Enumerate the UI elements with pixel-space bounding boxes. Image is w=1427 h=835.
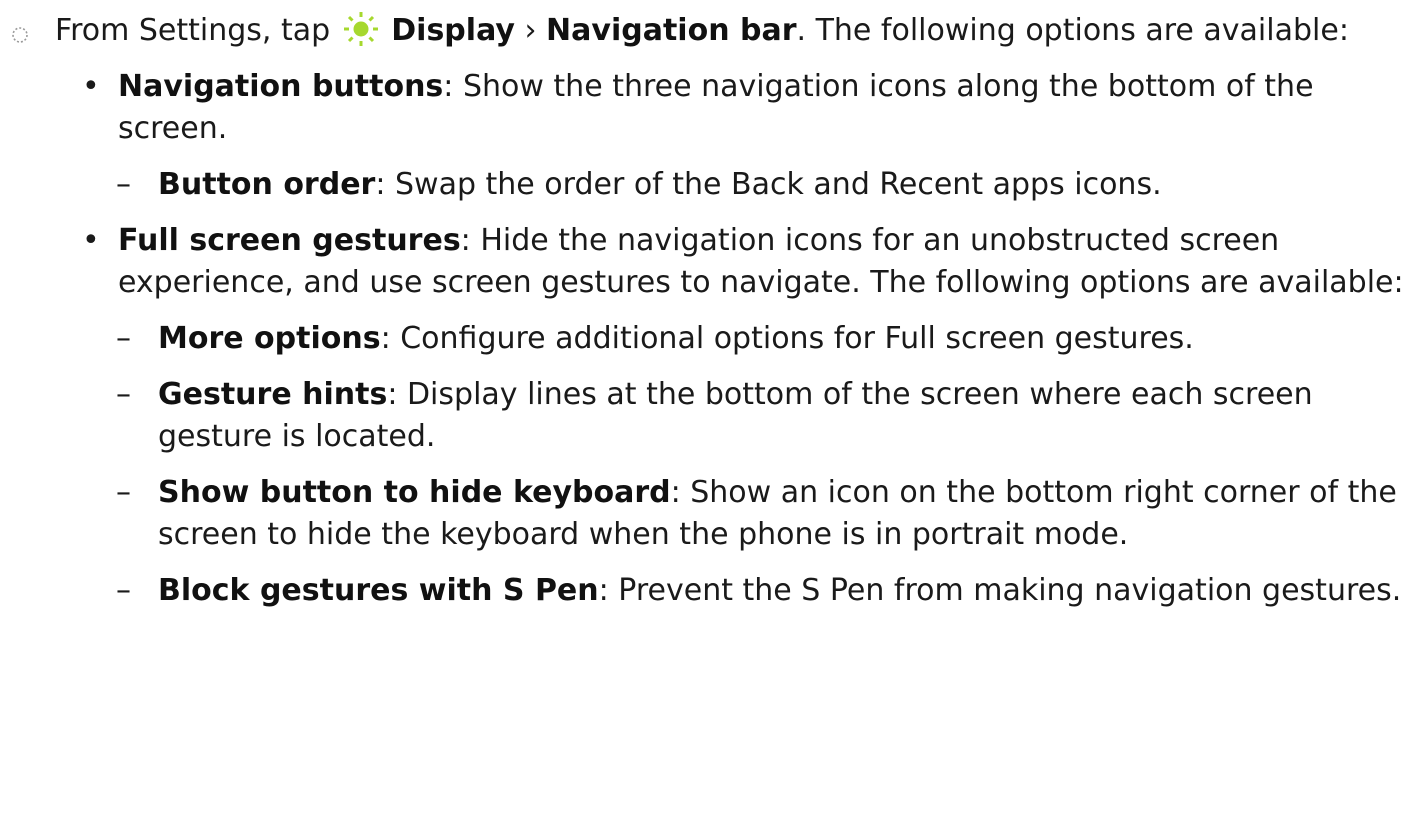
intro-suffix: . The following options are available: [796, 13, 1349, 48]
display-sun-icon [343, 12, 378, 46]
bullet-marker: • [82, 223, 100, 258]
intro-prefix: From Settings, tap [55, 13, 331, 48]
item-term: Block gestures with S Pen [158, 573, 599, 608]
bullet-marker: • [82, 69, 100, 104]
list-item-button-order: – Button order: Swap the order of the Ba… [0, 164, 1413, 206]
dash-marker: – [116, 167, 131, 202]
item-term: Gesture hints [158, 377, 388, 412]
path-separator: › [524, 13, 537, 48]
path-display: Display [391, 13, 515, 48]
list-item-gesture-hints: – Gesture hints: Display lines at the bo… [0, 374, 1413, 458]
step-instruction: From Settings, tap Display › Navigation … [0, 0, 1385, 52]
item-desc: : Prevent the S Pen from making navigati… [598, 573, 1402, 608]
item-desc: : Swap the order of the Back and Recent … [375, 167, 1162, 202]
item-term: Navigation buttons [118, 69, 444, 104]
step-circle-icon [12, 27, 28, 43]
path-navigation-bar: Navigation bar [546, 13, 797, 48]
item-term: Full screen gestures [118, 223, 461, 258]
list-item-more-options: – More options: Configure additional opt… [0, 318, 1413, 360]
dash-marker: – [116, 475, 131, 510]
item-term: Show button to hide keyboard [158, 475, 671, 510]
item-term: More options [158, 321, 381, 356]
item-desc: : Configure additional options for Full … [380, 321, 1194, 356]
dash-marker: – [116, 573, 131, 608]
list-item-navigation-buttons: • Navigation buttons: Show the three nav… [0, 66, 1408, 150]
dash-marker: – [116, 321, 131, 356]
list-item-show-button-hide-keyboard: – Show button to hide keyboard: Show an … [0, 472, 1413, 556]
dash-marker: – [116, 377, 131, 412]
list-item-block-gestures-s-pen: – Block gestures with S Pen: Prevent the… [0, 570, 1413, 612]
item-term: Button order [158, 167, 376, 202]
document: From Settings, tap Display › Navigation … [0, 0, 1427, 612]
list-item-full-screen-gestures: • Full screen gestures: Hide the navigat… [0, 220, 1408, 304]
